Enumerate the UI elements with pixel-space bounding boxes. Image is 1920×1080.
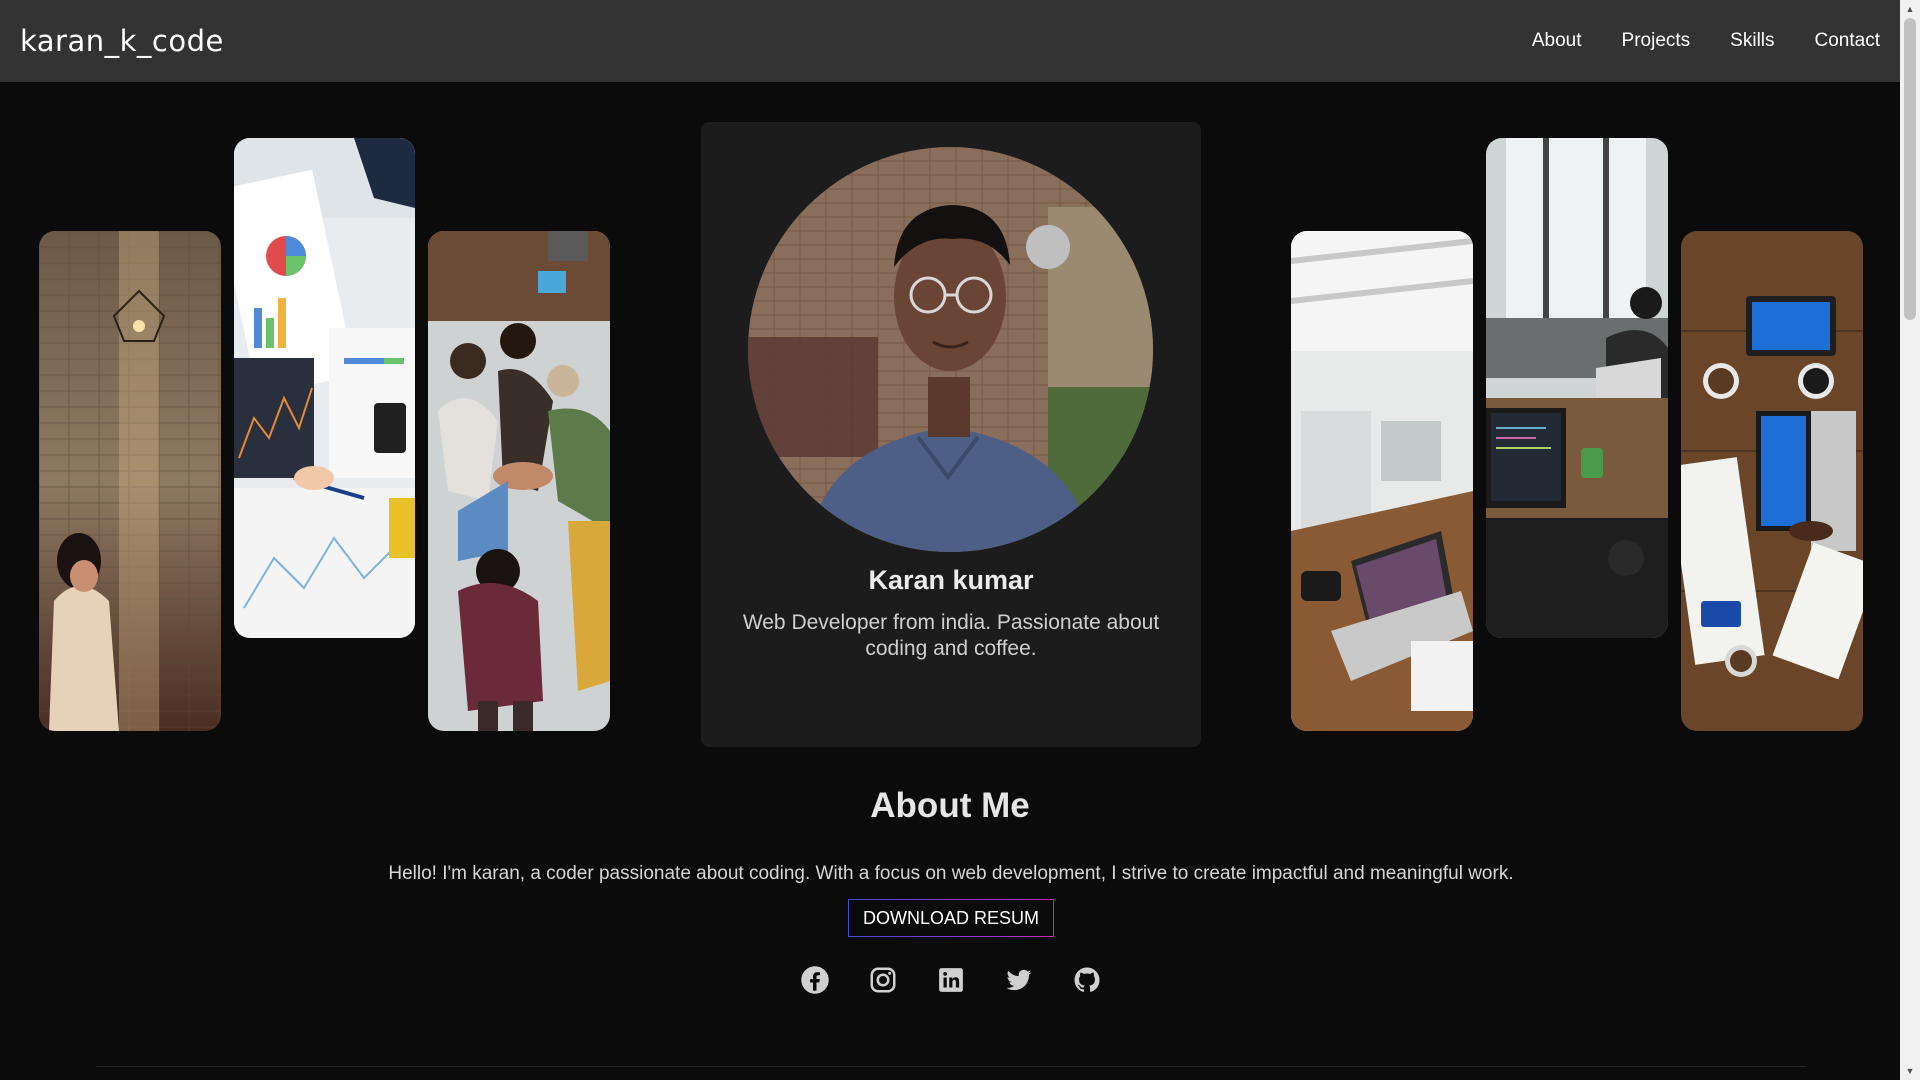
photo-panel-desk-topview (1681, 231, 1863, 731)
scrollbar-thumb[interactable] (1904, 18, 1916, 320)
page-scrollbar[interactable]: ▲ ▼ (1900, 0, 1920, 1080)
profile-card: Karan kumar Web Developer from india. Pa… (701, 122, 1201, 747)
photo-panel-coworking-desk (1486, 138, 1668, 638)
profile-name: Karan kumar (868, 565, 1034, 595)
photo-panel-team-hands (428, 231, 610, 731)
nav-link-projects[interactable]: Projects (1622, 30, 1691, 52)
scroll-up-arrow-icon[interactable]: ▲ (1900, 0, 1920, 18)
photo-panel-office-laptop (1291, 231, 1473, 731)
about-title: About Me (870, 786, 1030, 825)
nav-link-contact[interactable]: Contact (1815, 30, 1880, 52)
footer-divider (96, 1066, 1806, 1067)
github-icon[interactable] (1071, 964, 1103, 996)
download-resume-button[interactable]: DOWNLOAD RESUM (848, 899, 1054, 937)
nav-link-about[interactable]: About (1532, 30, 1582, 52)
linkedin-icon[interactable] (935, 964, 967, 996)
social-links (0, 964, 1902, 996)
top-navbar: karan_k_code About Projects Skills Conta… (0, 0, 1900, 82)
scroll-down-arrow-icon[interactable]: ▼ (1900, 1062, 1920, 1080)
facebook-icon[interactable] (799, 964, 831, 996)
main-nav: About Projects Skills Contact (1532, 30, 1880, 52)
profile-bio: Web Developer from india. Passionate abo… (742, 611, 1160, 660)
about-description: Hello! I'm karan, a coder passionate abo… (388, 863, 1514, 884)
twitter-icon[interactable] (1003, 964, 1035, 996)
profile-avatar (748, 147, 1153, 552)
nav-link-skills[interactable]: Skills (1730, 30, 1774, 52)
photo-panel-brick-wall-woman (39, 231, 221, 731)
photo-panel-charts-documents (234, 138, 415, 638)
instagram-icon[interactable] (867, 964, 899, 996)
brand-logo-text[interactable]: karan_k_code (20, 24, 224, 58)
